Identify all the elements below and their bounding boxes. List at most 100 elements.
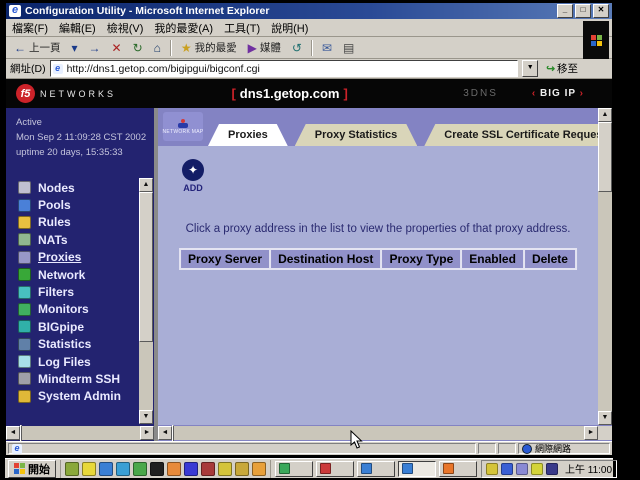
sidebar-vertical-scrollbar[interactable]: ▲ ▼ <box>139 178 153 424</box>
go-arrow-icon: ↪ <box>546 63 555 75</box>
sidebar-item-label: System Admin <box>38 389 121 403</box>
column-header-proxy-server[interactable]: Proxy Server <box>181 250 269 268</box>
scrollbar-thumb[interactable] <box>598 122 612 192</box>
sidebar-item-pools[interactable]: Pools <box>18 196 136 213</box>
title-bar[interactable]: e Configuration Utility - Microsoft Inte… <box>6 3 612 19</box>
task-button-1[interactable] <box>275 461 313 477</box>
task-button-5[interactable] <box>439 461 477 477</box>
scrollbar-thumb[interactable] <box>172 425 174 441</box>
task-button-3[interactable] <box>357 461 395 477</box>
stop-button[interactable]: ✕ <box>108 41 126 55</box>
close-button[interactable]: ✕ <box>593 4 609 18</box>
banner-link-3dns[interactable]: 3DNS <box>463 88 498 99</box>
quicklaunch-icon-12[interactable] <box>252 462 266 476</box>
sidebar-item-nodes[interactable]: Nodes <box>18 179 136 196</box>
tray-icon-4[interactable] <box>531 463 543 475</box>
address-url: http://dns1.getop.com/bigipgui/bigconf.c… <box>67 63 260 75</box>
column-header-delete[interactable]: Delete <box>525 250 575 268</box>
sidebar-item-rules[interactable]: Rules <box>18 214 136 231</box>
security-zone-panel: 網際網路 <box>518 443 610 454</box>
toolbar-button-label: 我的最愛 <box>195 40 237 55</box>
tab-proxy-statistics[interactable]: Proxy Statistics <box>295 124 418 146</box>
quicklaunch-icon-2[interactable] <box>82 462 96 476</box>
go-button[interactable]: ↪ 移至 <box>542 61 582 76</box>
scroll-down-icon[interactable]: ▼ <box>139 410 153 424</box>
sidebar-item-system-admin[interactable]: System Admin <box>18 388 136 405</box>
sidebar-item-statistics[interactable]: Statistics <box>18 336 136 353</box>
sidebar-item-network[interactable]: Network <box>18 266 136 283</box>
sidebar-item-monitors[interactable]: Monitors <box>18 301 136 318</box>
main-vertical-scrollbar[interactable]: ▲ ▼ <box>598 108 612 425</box>
history-button[interactable]: ↺ <box>288 41 306 55</box>
forward-button[interactable]: → <box>85 41 105 55</box>
column-header-destination-host[interactable]: Destination Host <box>271 250 380 268</box>
scroll-up-icon[interactable]: ▲ <box>598 108 612 122</box>
tray-icon-5[interactable] <box>546 463 558 475</box>
menu-item-h[interactable]: 說明(H) <box>271 20 308 36</box>
menu-item-a[interactable]: 我的最愛(A) <box>154 20 213 36</box>
scroll-left-icon[interactable]: ◄ <box>158 426 172 440</box>
banner-link-bigip[interactable]: ‹ BIG IP › <box>532 88 584 99</box>
add-button[interactable]: ✦ ADD <box>178 159 208 193</box>
scroll-right-icon[interactable]: ► <box>584 426 598 440</box>
sidebar-item-mindterm-ssh[interactable]: Mindterm SSH <box>18 370 136 387</box>
main-horizontal-scrollbar[interactable]: ◄ ► <box>158 426 598 440</box>
column-header-proxy-type[interactable]: Proxy Type <box>382 250 460 268</box>
refresh-button[interactable]: ↻ <box>129 41 147 55</box>
quicklaunch-icon-11[interactable] <box>235 462 249 476</box>
quicklaunch-icon-10[interactable] <box>218 462 232 476</box>
address-dropdown-button[interactable]: ▼ <box>522 60 538 77</box>
tab-proxies[interactable]: Proxies <box>208 124 288 146</box>
mail-button[interactable]: ✉ <box>318 41 336 55</box>
sidebar-horizontal-scrollbar[interactable]: ◄ ► <box>6 426 154 440</box>
scroll-down-icon[interactable]: ▼ <box>598 411 612 425</box>
add-plus-icon[interactable]: ✦ <box>182 159 204 181</box>
task-button-4[interactable] <box>398 461 436 477</box>
scroll-up-icon[interactable]: ▲ <box>139 178 153 192</box>
tray-icon-2[interactable] <box>501 463 513 475</box>
toolbar-buttons: ←上一頁▾→✕↻⌂ ★我的最愛▶媒體↺ ✉▤ <box>10 39 358 56</box>
taskbar: 開始 上午 11:00 <box>5 458 613 478</box>
scroll-right-icon[interactable]: ► <box>140 426 154 440</box>
menu-item-e[interactable]: 編輯(E) <box>59 20 96 36</box>
sidebar-item-log-files[interactable]: Log Files <box>18 353 136 370</box>
scroll-left-icon[interactable]: ◄ <box>6 426 20 440</box>
menu-item-v[interactable]: 檢視(V) <box>107 20 144 36</box>
quicklaunch-icon-9[interactable] <box>201 462 215 476</box>
task-button-2[interactable] <box>316 461 354 477</box>
print-button[interactable]: ▤ <box>339 41 358 55</box>
sidebar-item-proxies[interactable]: Proxies <box>18 249 136 266</box>
proxies-icon <box>18 251 31 264</box>
quicklaunch-icon-8[interactable] <box>184 462 198 476</box>
back-dropdown-button[interactable]: ▾ <box>68 41 82 55</box>
back-button[interactable]: ←上一頁 <box>10 39 65 56</box>
address-input[interactable]: e http://dns1.getop.com/bigipgui/bigconf… <box>50 60 519 77</box>
windows-flag-icon <box>591 35 602 46</box>
log-files-icon <box>18 355 31 368</box>
column-header-enabled[interactable]: Enabled <box>462 250 523 268</box>
quicklaunch-icon-5[interactable] <box>133 462 147 476</box>
menu-item-t[interactable]: 工具(T) <box>224 20 260 36</box>
sidebar-item-bigpipe[interactable]: BIGpipe <box>18 318 136 335</box>
scrollbar-thumb[interactable] <box>20 425 22 441</box>
tray-icon-3[interactable] <box>516 463 528 475</box>
minimize-button[interactable]: _ <box>557 4 573 18</box>
rules-icon <box>18 216 31 229</box>
tab-create-ssl-certificate-request[interactable]: Create SSL Certificate Request <box>424 124 598 146</box>
menu-item-f[interactable]: 檔案(F) <box>12 20 48 36</box>
media-button[interactable]: ▶媒體 <box>244 39 285 56</box>
scrollbar-thumb[interactable] <box>139 192 153 342</box>
quicklaunch-icon-1[interactable] <box>65 462 79 476</box>
sidebar-item-nats[interactable]: NATs <box>18 231 136 248</box>
quicklaunch-icon-4[interactable] <box>116 462 130 476</box>
sidebar-item-filters[interactable]: Filters <box>18 283 136 300</box>
quicklaunch-icon-7[interactable] <box>167 462 181 476</box>
start-button[interactable]: 開始 <box>8 460 56 478</box>
quicklaunch-icon-6[interactable] <box>150 462 164 476</box>
restore-button[interactable]: □ <box>575 4 591 18</box>
home-button[interactable]: ⌂ <box>150 41 165 55</box>
favorites-button[interactable]: ★我的最愛 <box>177 39 241 56</box>
quicklaunch-icon-3[interactable] <box>99 462 113 476</box>
tray-icon-1[interactable] <box>486 463 498 475</box>
network-map-button[interactable]: NETWORK MAP <box>163 112 203 141</box>
